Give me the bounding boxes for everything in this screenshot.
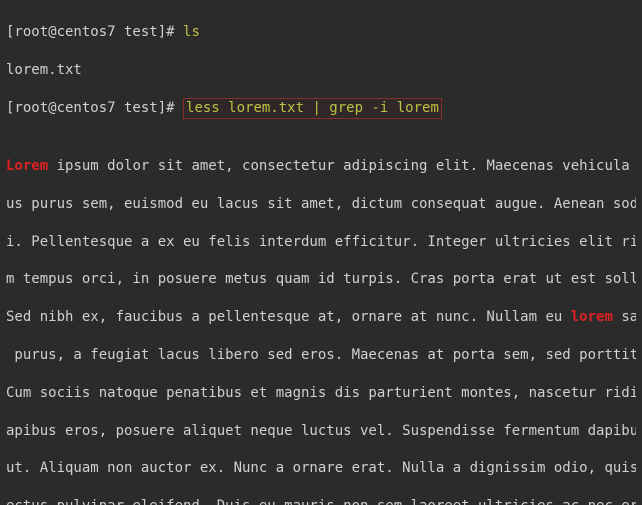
match-lorem: Lorem bbox=[6, 158, 48, 174]
grep-out-1-1: us purus sem, euismod eu lacus sit amet,… bbox=[6, 195, 636, 214]
match-lorem: lorem bbox=[571, 309, 613, 325]
grep-out-1-3: m tempus orci, in posuere metus quam id … bbox=[6, 270, 636, 289]
grep-out-1-5: purus, a feugiat lacus libero sed eros. … bbox=[6, 346, 636, 365]
grep-out-1-7: apibus eros, posuere aliquet neque luctu… bbox=[6, 422, 636, 441]
prompt: [root@centos7 test]# bbox=[6, 100, 183, 116]
cmd-ls: ls bbox=[183, 24, 200, 40]
grep-out-1-6: Cum sociis natoque penatibus et magnis d… bbox=[6, 384, 636, 403]
grep-out-1-2: i. Pellentesque a ex eu felis interdum e… bbox=[6, 233, 636, 252]
grep-out-1-8: ut. Aliquam non auctor ex. Nunc a ornare… bbox=[6, 459, 636, 478]
grep-out-1-0: Lorem ipsum dolor sit amet, consectetur … bbox=[6, 157, 636, 176]
cmd-less1: less lorem.txt | grep -i lorem bbox=[186, 100, 439, 116]
prompt: [root@centos7 test]# bbox=[6, 24, 183, 40]
line-prompt-less1: [root@centos7 test]# less lorem.txt | gr… bbox=[6, 98, 636, 119]
highlight-box-cmd1: less lorem.txt | grep -i lorem bbox=[183, 98, 442, 119]
ls-output-1: lorem.txt bbox=[6, 61, 636, 80]
terminal[interactable]: [root@centos7 test]# ls lorem.txt [root@… bbox=[0, 0, 642, 505]
grep-out-1-9: ectus pulvinar eleifend. Duis eu mauris … bbox=[6, 497, 636, 505]
line-prompt-ls: [root@centos7 test]# ls bbox=[6, 23, 636, 42]
grep-out-1-4: Sed nibh ex, faucibus a pellentesque at,… bbox=[6, 308, 636, 327]
